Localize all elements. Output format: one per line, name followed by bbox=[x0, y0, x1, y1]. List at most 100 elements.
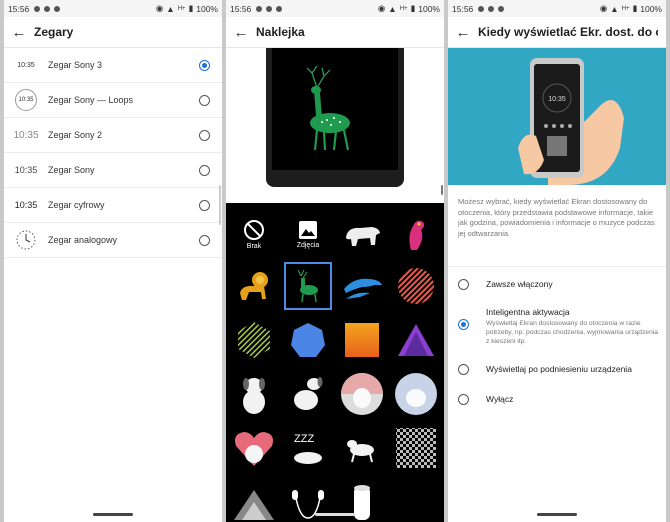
deer-icon bbox=[297, 269, 318, 303]
photos-label: Zdjęcia bbox=[296, 241, 320, 249]
deer-sticker-preview bbox=[306, 65, 350, 151]
android-status-icon bbox=[498, 5, 505, 12]
walking-dog-icon bbox=[347, 440, 374, 463]
heart-dog-sticker[interactable] bbox=[230, 424, 278, 472]
heart-dog-icon bbox=[235, 432, 273, 466]
home-indicator[interactable] bbox=[315, 513, 355, 516]
preview-phone-screen bbox=[266, 48, 404, 187]
dog-sticker[interactable] bbox=[284, 370, 332, 418]
clock-thumb-text: 10:35 bbox=[14, 165, 38, 175]
app-status-icon bbox=[488, 5, 495, 12]
hexagon-icon bbox=[238, 322, 270, 358]
radio-button[interactable] bbox=[458, 279, 469, 290]
pattern-icon bbox=[396, 428, 436, 468]
list-item[interactable]: Zegar analogowy bbox=[4, 223, 222, 258]
eye-status-icon: ◉ bbox=[599, 3, 608, 13]
orange-square-sticker[interactable] bbox=[338, 316, 386, 364]
none-button[interactable]: Brak bbox=[230, 210, 278, 258]
network-label: H+ bbox=[399, 5, 408, 12]
back-arrow-icon[interactable]: ← bbox=[4, 24, 34, 41]
back-arrow-icon[interactable]: ← bbox=[448, 24, 478, 41]
back-arrow-icon[interactable]: ← bbox=[226, 24, 256, 41]
clock-thumbnail: 10:35 bbox=[12, 130, 40, 141]
status-time: 15:56 bbox=[8, 3, 30, 14]
option-lift-to-wake[interactable]: Wyświetlaj po podniesieniu urządzenia bbox=[448, 364, 666, 375]
clock-thumbnail: 10:35 bbox=[12, 62, 40, 69]
pattern-sticker[interactable] bbox=[392, 424, 440, 472]
battery-percent: 100% bbox=[640, 3, 662, 14]
radio-button[interactable] bbox=[199, 164, 210, 176]
deer-sticker[interactable] bbox=[284, 262, 332, 310]
network-label: H+ bbox=[621, 5, 630, 12]
clock-thumb-text: 10:35 bbox=[13, 129, 39, 141]
photos-icon bbox=[299, 220, 317, 239]
list-item[interactable]: 10:35 Zegar Sony — Loops bbox=[4, 83, 222, 118]
radio-button[interactable] bbox=[199, 59, 210, 71]
sticker-screen: 15:56 ◉ ▲ H+ ▮ 100% ← Naklejka Brak Zdję… bbox=[226, 0, 444, 522]
scrollbar[interactable] bbox=[441, 185, 443, 195]
list-item-label: Zegar Sony 2 bbox=[48, 130, 103, 140]
dolphin-sticker[interactable] bbox=[338, 262, 386, 310]
home-indicator[interactable] bbox=[93, 513, 133, 516]
sleeping-dog-sticker[interactable]: ZZZ bbox=[284, 424, 332, 472]
dog-circle-sticker[interactable] bbox=[392, 370, 440, 418]
description-text: Możesz wybrać, kiedy wyświetlać Ekran do… bbox=[458, 197, 655, 238]
list-item[interactable]: 10:35 Zegar Sony 3 bbox=[4, 48, 222, 83]
radio-button[interactable] bbox=[199, 94, 210, 106]
home-indicator[interactable] bbox=[537, 513, 577, 516]
option-always-on[interactable]: Zawsze włączony bbox=[448, 279, 666, 290]
walking-dog-sticker[interactable] bbox=[338, 424, 386, 472]
radio-button[interactable] bbox=[199, 234, 210, 246]
polar-bear-icon bbox=[346, 227, 380, 246]
polar-bear-sticker[interactable] bbox=[338, 210, 386, 258]
blue-heptagon-sticker[interactable] bbox=[284, 316, 332, 364]
radio-button[interactable] bbox=[458, 394, 469, 405]
clock-thumb-text: 10:35 bbox=[17, 61, 35, 69]
geometric-icon bbox=[234, 490, 274, 520]
ambient-display-screen: 15:56 ◉ ▲ H+ ▮ 100% ← Kiedy wyświetlać E… bbox=[448, 0, 666, 522]
option-smart-activation[interactable]: Inteligentna aktywacja Wyświetlaj Ekran … bbox=[448, 307, 666, 346]
geometric-sticker[interactable] bbox=[230, 476, 278, 522]
app-status-icon bbox=[44, 5, 51, 12]
bird-sticker[interactable] bbox=[392, 210, 440, 258]
page-title: Zegary bbox=[34, 25, 74, 39]
radio-button[interactable] bbox=[199, 199, 210, 211]
app-bar: ← Zegary bbox=[4, 17, 222, 48]
scrollbar[interactable] bbox=[219, 185, 221, 225]
analog-clock-icon bbox=[12, 230, 40, 250]
eye-status-icon: ◉ bbox=[155, 3, 164, 13]
clock-thumbnail: 10:35 bbox=[12, 89, 40, 111]
gradient-square-icon bbox=[345, 323, 379, 357]
purple-triangle-sticker[interactable] bbox=[392, 316, 440, 364]
dolphin-icon bbox=[344, 278, 382, 299]
dog-sticker[interactable] bbox=[230, 370, 278, 418]
radio-button[interactable] bbox=[199, 129, 210, 141]
option-title: Zawsze włączony bbox=[486, 279, 553, 289]
white-dog-icon bbox=[294, 377, 323, 410]
heptagon-icon bbox=[291, 323, 325, 357]
list-item-label: Zegar Sony — Loops bbox=[48, 95, 134, 105]
list-item-label: Zegar Sony 3 bbox=[48, 60, 103, 70]
signal-icon: ▲ bbox=[388, 3, 397, 14]
photos-button[interactable]: Zdjęcia bbox=[284, 210, 332, 258]
battery-icon: ▮ bbox=[632, 3, 638, 13]
radio-button[interactable] bbox=[458, 364, 469, 375]
app-bar: ← Kiedy wyświetlać Ekr. dost. do oto... bbox=[448, 17, 666, 48]
list-item-label: Zegar Sony bbox=[48, 165, 95, 175]
list-item[interactable]: 10:35 Zegar Sony bbox=[4, 153, 222, 188]
settings-status-icon bbox=[34, 5, 41, 12]
page-title: Kiedy wyświetlać Ekr. dost. do oto... bbox=[478, 25, 658, 39]
green-hexagon-sticker[interactable] bbox=[230, 316, 278, 364]
option-off[interactable]: Wyłącz bbox=[448, 394, 666, 405]
none-label: Brak bbox=[246, 242, 262, 250]
battery-percent: 100% bbox=[196, 3, 218, 14]
option-subtitle: Wyświetlaj Ekran dostosowany do otoczeni… bbox=[486, 320, 658, 345]
app-status-icon bbox=[266, 5, 273, 12]
radio-button[interactable] bbox=[458, 319, 469, 330]
dog-circle-sticker[interactable] bbox=[338, 370, 386, 418]
list-item[interactable]: 10:35 Zegar Sony 2 bbox=[4, 118, 222, 153]
settings-status-icon bbox=[256, 5, 263, 12]
lion-sticker[interactable] bbox=[230, 262, 278, 310]
striped-circle-sticker[interactable] bbox=[392, 262, 440, 310]
list-item[interactable]: 10:35 Zegar cyfrowy bbox=[4, 188, 222, 223]
